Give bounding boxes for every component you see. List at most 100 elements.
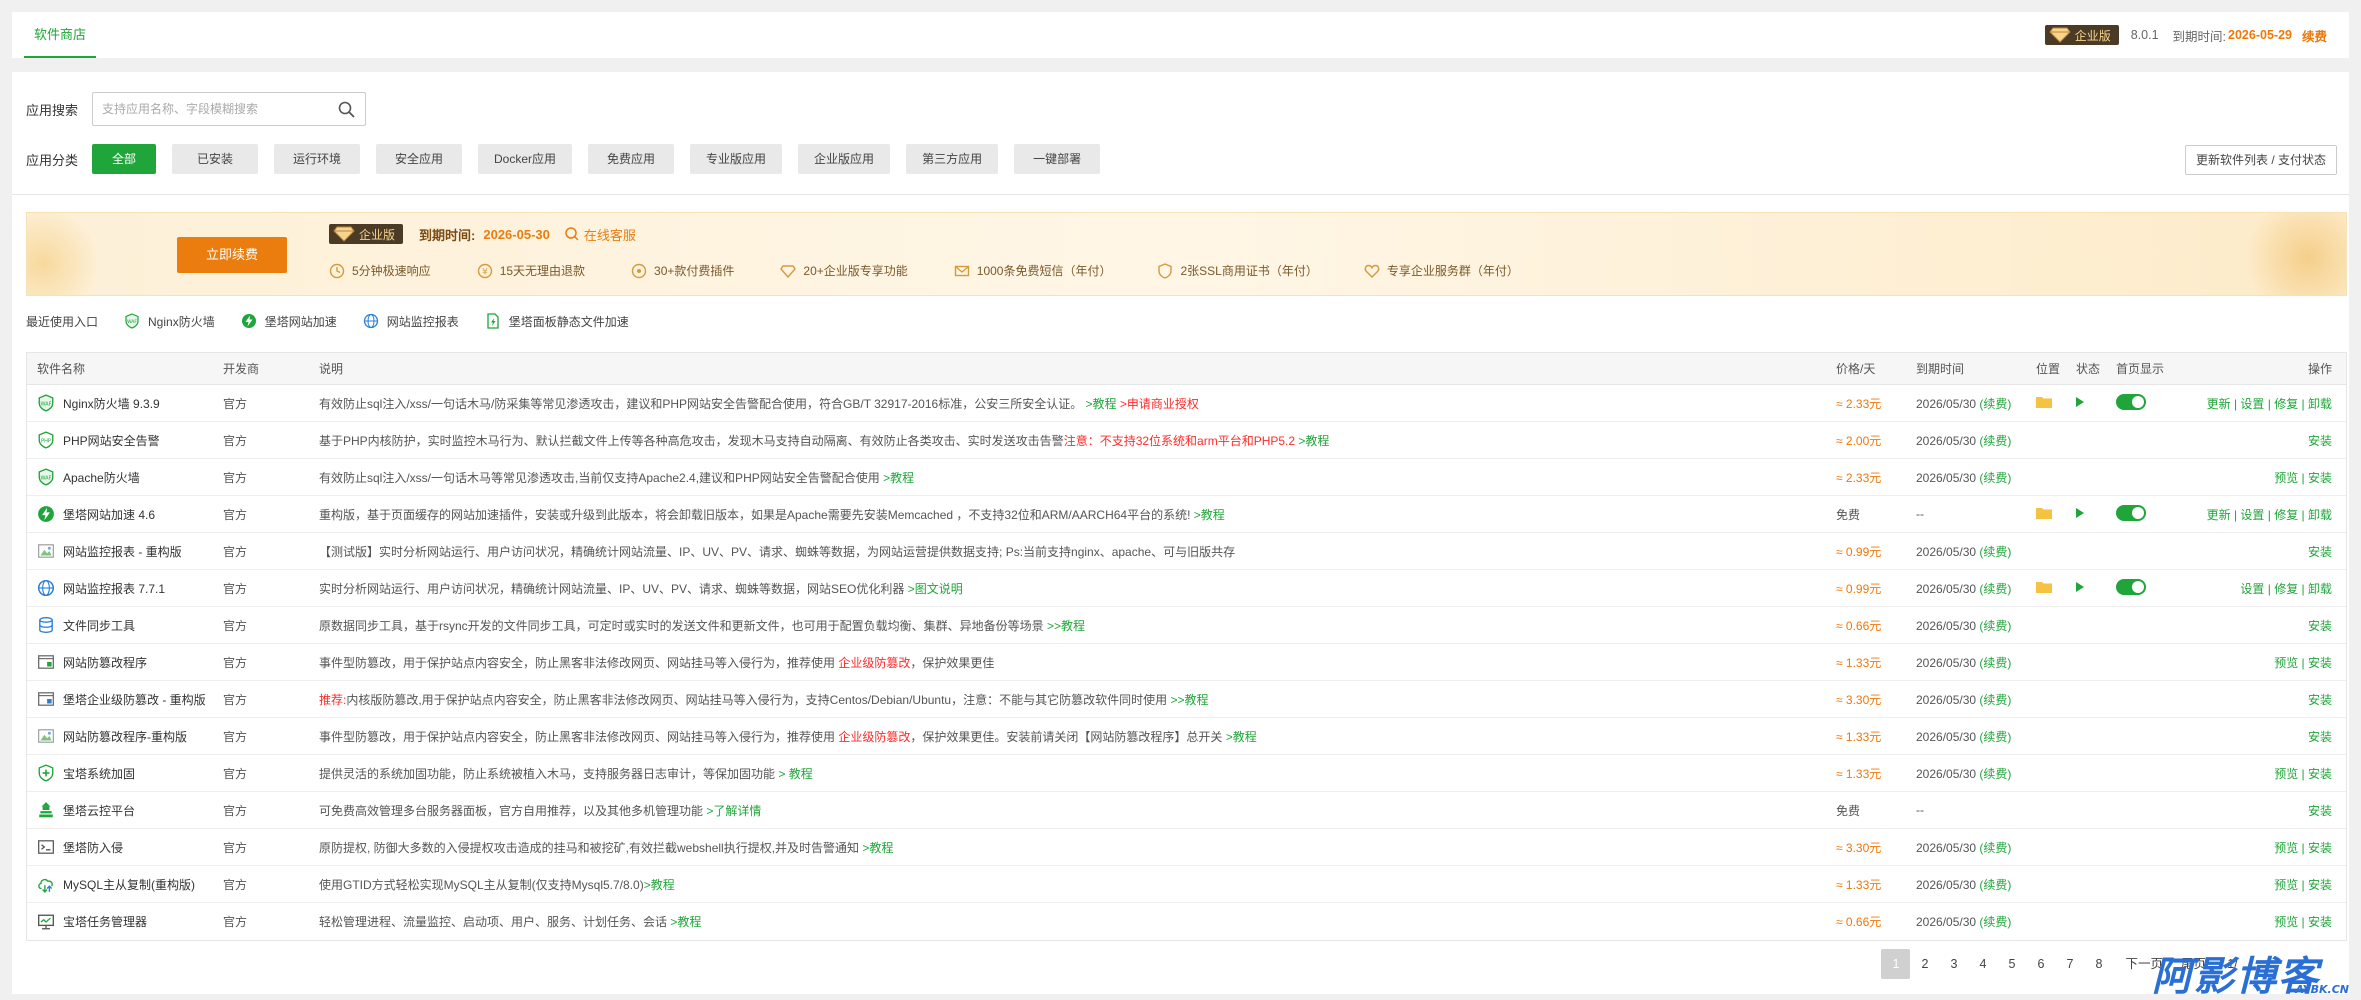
search-input[interactable] <box>93 93 324 125</box>
renew-link[interactable]: (续费) <box>1979 397 2011 411</box>
operations[interactable]: 预览 | 安装 <box>2196 469 2346 486</box>
license-link[interactable]: >申请商业授权 <box>1120 397 1199 411</box>
category-enterprise[interactable]: 企业版应用 <box>798 144 891 174</box>
category-free[interactable]: 免费应用 <box>588 144 675 174</box>
home-display-toggle[interactable] <box>2116 578 2146 595</box>
folder-icon[interactable] <box>2036 506 2052 519</box>
category-security[interactable]: 安全应用 <box>376 144 463 174</box>
category-docker[interactable]: Docker应用 <box>478 144 573 174</box>
operations[interactable]: 安装 <box>2196 728 2346 745</box>
software-name[interactable]: 堡塔防入侵 <box>27 838 217 856</box>
category-runtime[interactable]: 运行环境 <box>274 144 361 174</box>
renew-link[interactable]: (续费) <box>1979 841 2011 855</box>
category-installed[interactable]: 已安装 <box>172 144 259 174</box>
renew-link[interactable]: (续费) <box>1979 582 2011 596</box>
operations[interactable]: 更新 | 设置 | 修复 | 卸载 <box>2196 395 2346 412</box>
tutorial-link[interactable]: >>教程 <box>1047 619 1085 633</box>
enterprise-tamper-link[interactable]: 企业级防篡改 <box>838 656 910 670</box>
operations[interactable]: 安装 <box>2196 543 2346 560</box>
category-one-click[interactable]: 一键部署 <box>1014 144 1101 174</box>
play-icon[interactable] <box>2076 508 2084 518</box>
operations[interactable]: 预览 | 安装 <box>2196 839 2346 856</box>
enterprise-tamper-link[interactable]: 企业级防篡改 <box>838 730 910 744</box>
tutorial-link[interactable]: >>教程 <box>1170 693 1208 707</box>
page-8[interactable]: 8 <box>2084 949 2113 979</box>
software-name[interactable]: 文件同步工具 <box>27 616 217 634</box>
guide-link[interactable]: >图文说明 <box>908 582 963 596</box>
renew-link[interactable]: (续费) <box>1979 434 2011 448</box>
operations[interactable]: 预览 | 安装 <box>2196 876 2346 893</box>
page-7[interactable]: 7 <box>2055 949 2084 979</box>
operations[interactable]: 预览 | 安装 <box>2196 765 2346 782</box>
category-thirdparty[interactable]: 第三方应用 <box>906 144 999 174</box>
renew-now-button[interactable]: 立即续费 <box>177 237 287 273</box>
page-3[interactable]: 3 <box>1939 949 1968 979</box>
tutorial-link[interactable]: >教程 <box>1086 397 1117 411</box>
recent-item-site-accel[interactable]: 堡塔网站加速 <box>241 313 337 330</box>
tutorial-link[interactable]: >教程 <box>1298 434 1329 448</box>
renew-link[interactable]: (续费) <box>1979 471 2011 485</box>
online-service-link[interactable]: 在线客服 <box>564 225 636 244</box>
recent-item-nginx-firewall[interactable]: WAF Nginx防火墙 <box>124 313 215 330</box>
software-name[interactable]: PHP PHP网站安全告警 <box>27 431 217 449</box>
renew-link[interactable]: (续费) <box>1979 767 2011 781</box>
category-all[interactable]: 全部 <box>92 144 157 174</box>
search-icon[interactable] <box>338 101 355 118</box>
operations[interactable]: 安装 <box>2196 691 2346 708</box>
expire-date: 2026/05/30 <box>1916 692 1977 707</box>
tutorial-link[interactable]: >教程 <box>862 841 893 855</box>
software-name[interactable]: 堡塔网站加速 4.6 <box>27 505 217 523</box>
category-pro[interactable]: 专业版应用 <box>690 144 783 174</box>
page-5[interactable]: 5 <box>1997 949 2026 979</box>
tutorial-link[interactable]: >教程 <box>1226 730 1257 744</box>
refresh-list-button[interactable]: 更新软件列表 / 支付状态 <box>2184 145 2337 175</box>
operations[interactable]: 更新 | 设置 | 修复 | 卸载 <box>2196 506 2346 523</box>
software-name[interactable]: WAF Nginx防火墙 9.3.9 <box>27 394 217 412</box>
folder-icon[interactable] <box>2036 580 2052 593</box>
renew-link[interactable]: (续费) <box>1979 730 2011 744</box>
operations[interactable]: 安装 <box>2196 617 2346 634</box>
software-name[interactable]: WAF Apache防火墙 <box>27 468 217 486</box>
recent-item-site-monitor[interactable]: 网站监控报表 <box>363 313 459 330</box>
operations[interactable]: 预览 | 安装 <box>2196 913 2346 930</box>
recent-item-static-accel[interactable]: 堡塔面板静态文件加速 <box>485 313 629 330</box>
software-name[interactable]: 堡塔云控平台 <box>27 801 217 819</box>
software-name[interactable]: MySQL主从复制(重构版) <box>27 875 217 893</box>
software-name[interactable]: 网站防篡改程序-重构版 <box>27 727 217 745</box>
renew-link[interactable]: (续费) <box>1979 915 2011 929</box>
operations[interactable]: 预览 | 安装 <box>2196 654 2346 671</box>
details-link[interactable]: >了解详情 <box>706 804 761 818</box>
page-2[interactable]: 2 <box>1910 949 1939 979</box>
renew-link[interactable]: (续费) <box>1979 656 2011 670</box>
tutorial-link[interactable]: >教程 <box>644 878 675 892</box>
operations[interactable]: 设置 | 修复 | 卸载 <box>2196 580 2346 597</box>
software-name[interactable]: 网站监控报表 7.7.1 <box>27 579 217 597</box>
software-name[interactable]: 网站监控报表 - 重构版 <box>27 542 217 560</box>
home-display-toggle[interactable] <box>2116 504 2146 521</box>
home-display-toggle[interactable] <box>2116 393 2146 410</box>
operations[interactable]: 安装 <box>2196 802 2346 819</box>
tutorial-link[interactable]: >教程 <box>670 915 701 929</box>
table-row: WAF Apache防火墙 官方 有效防止sql注入/xss/一句话木马等常见渗… <box>27 459 2346 496</box>
software-name[interactable]: 宝塔系统加固 <box>27 764 217 782</box>
software-name[interactable]: 宝塔任务管理器 <box>27 913 217 931</box>
play-icon[interactable] <box>2076 397 2084 407</box>
tutorial-link[interactable]: >教程 <box>883 471 914 485</box>
folder-icon[interactable] <box>2036 395 2052 408</box>
renew-link[interactable]: 续费 <box>2302 26 2327 45</box>
renew-link[interactable]: (续费) <box>1979 619 2011 633</box>
tutorial-link[interactable]: > 教程 <box>778 767 812 781</box>
description: 事件型防篡改，用于保护站点内容安全，防止黑客非法修改网页、网站挂马等入侵行为，推… <box>309 728 1836 745</box>
play-icon[interactable] <box>2076 582 2084 592</box>
tab-software-store[interactable]: 软件商店 <box>24 12 97 58</box>
tutorial-link[interactable]: >教程 <box>1194 508 1225 522</box>
software-name[interactable]: 网站防篡改程序 <box>27 653 217 671</box>
renew-link[interactable]: (续费) <box>1979 693 2011 707</box>
page-6[interactable]: 6 <box>2026 949 2055 979</box>
operations[interactable]: 安装 <box>2196 432 2346 449</box>
software-name[interactable]: 堡塔企业级防篡改 - 重构版 <box>27 690 217 708</box>
renew-link[interactable]: (续费) <box>1979 545 2011 559</box>
renew-link[interactable]: (续费) <box>1979 878 2011 892</box>
page-4[interactable]: 4 <box>1968 949 1997 979</box>
page-1[interactable]: 1 <box>1881 949 1911 979</box>
